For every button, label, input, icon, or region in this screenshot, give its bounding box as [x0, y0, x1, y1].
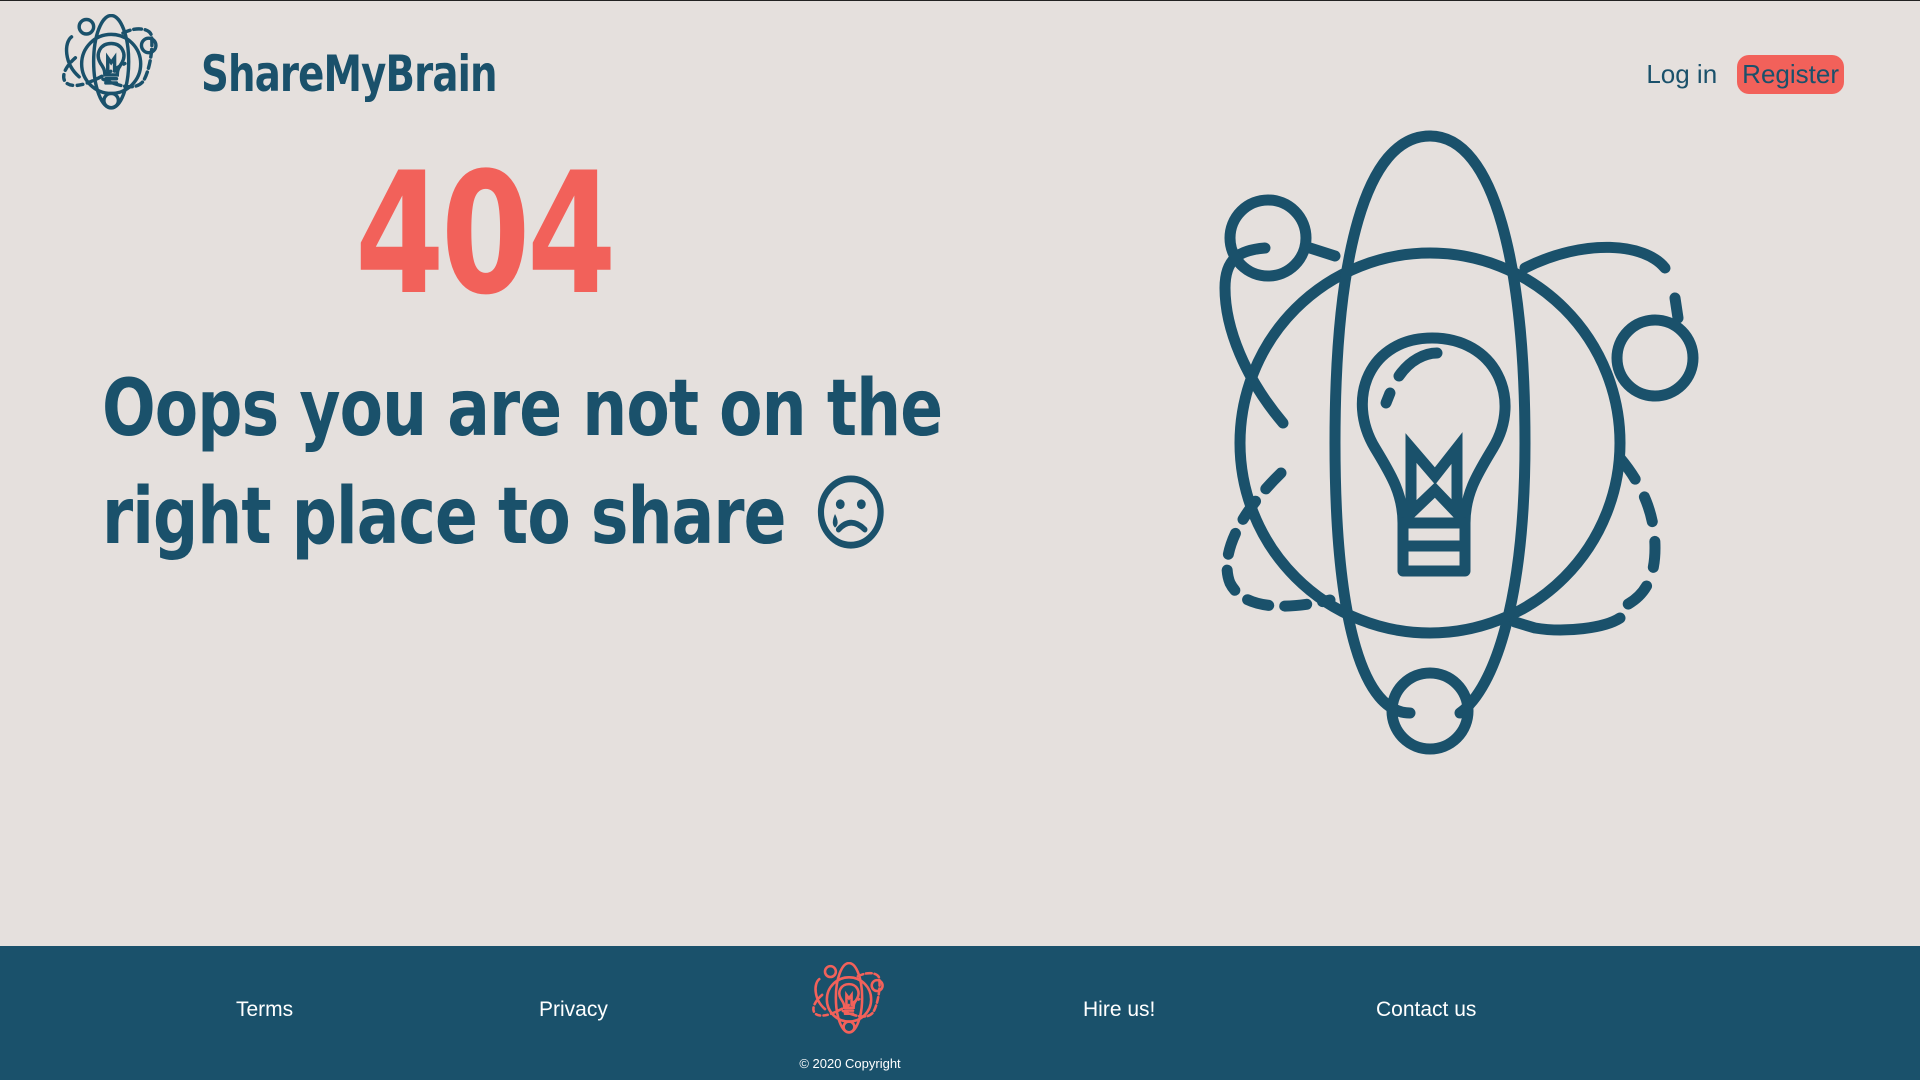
login-link[interactable]: Log in: [1646, 59, 1717, 90]
footer-terms-link[interactable]: Terms: [236, 998, 293, 1022]
top-nav: Log in Register: [1646, 55, 1844, 94]
atom-lightbulb-icon: [812, 962, 884, 1034]
error-message-line2-wrap: right place to share: [102, 463, 884, 571]
top-border: [0, 0, 1920, 1]
atom-lightbulb-icon: [61, 14, 158, 110]
error-message-line1: Oops you are not on the: [102, 364, 943, 454]
footer-privacy-link[interactable]: Privacy: [539, 998, 608, 1022]
error-message: Oops you are not on the right place to s…: [60, 355, 943, 571]
footer: Terms Privacy © 2020 Copyright Hire us! …: [0, 946, 1920, 1080]
error-message-line2: right place to share: [102, 472, 786, 562]
atom-lightbulb-icon: [1219, 130, 1699, 755]
brand-name: ShareMyBrain: [201, 45, 498, 103]
sad-face-icon: [817, 475, 884, 549]
register-button[interactable]: Register: [1737, 55, 1844, 94]
copyright-text: © 2020 Copyright: [799, 1056, 901, 1071]
footer-hire-us-link[interactable]: Hire us!: [1083, 998, 1155, 1022]
footer-contact-link[interactable]: Contact us: [1376, 998, 1476, 1022]
error-code: 404: [355, 136, 616, 332]
brand-home-link[interactable]: ShareMyBrain: [60, 14, 545, 134]
